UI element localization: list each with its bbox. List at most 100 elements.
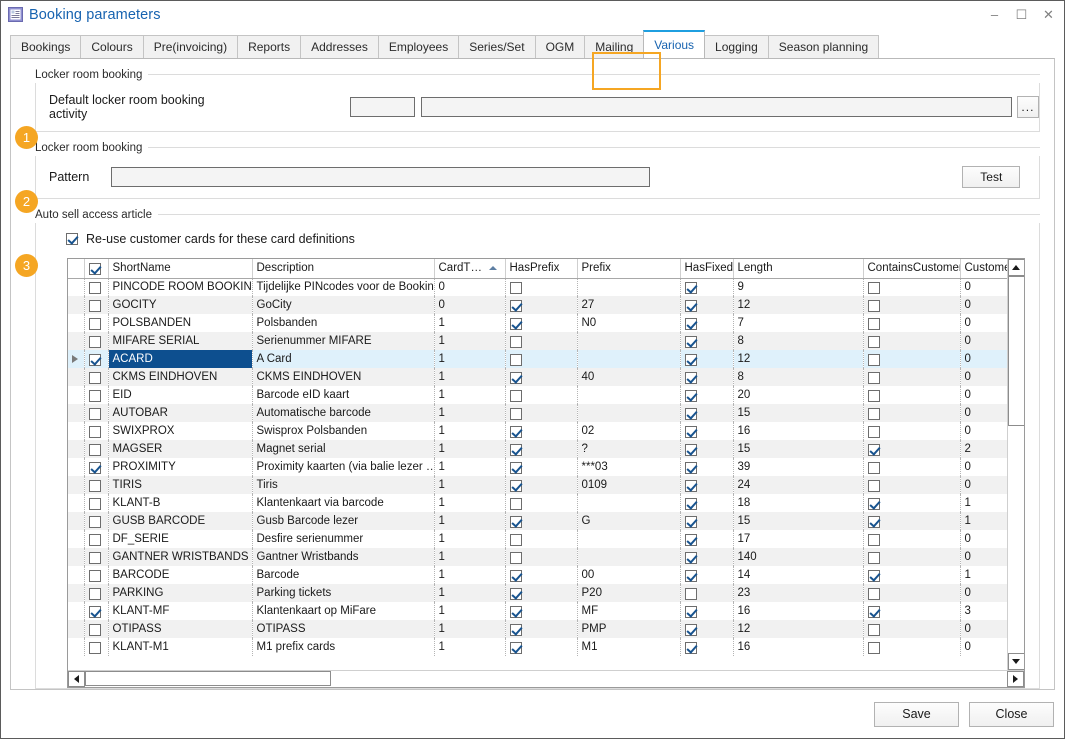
cell-shortname[interactable]: TIRIS <box>108 476 253 494</box>
cell-customerfrom[interactable]: 0 <box>960 422 1007 440</box>
selected-checkbox[interactable] <box>88 300 101 312</box>
cell-containscustomercode[interactable] <box>863 638 961 656</box>
cell-description[interactable]: Magnet serial <box>252 440 435 458</box>
scroll-left-button[interactable] <box>68 671 85 687</box>
table-row[interactable]: MIFARE SERIALSerienummer MIFARE1800 <box>68 332 1007 350</box>
cell-length[interactable]: 16 <box>733 422 864 440</box>
cell-shortname[interactable]: GOCITY <box>108 296 253 314</box>
cell-selected[interactable] <box>84 494 109 512</box>
cell-description[interactable]: Desfire serienummer <box>252 530 435 548</box>
tab-reports[interactable]: Reports <box>237 35 302 58</box>
containscustomercode-checkbox[interactable] <box>867 552 880 564</box>
cell-selected[interactable] <box>84 350 109 368</box>
tab-pre-invoicing[interactable]: Pre(invoicing) <box>142 35 239 58</box>
cell-cardtype[interactable]: 1 <box>434 458 506 476</box>
cell-shortname[interactable]: OTIPASS <box>108 620 253 638</box>
cell-length[interactable]: 17 <box>733 530 864 548</box>
cell-customerfrom[interactable]: 0 <box>960 548 1007 566</box>
cell-prefix[interactable] <box>577 386 681 404</box>
cell-description[interactable]: A Card <box>252 350 435 368</box>
cell-prefix[interactable]: M1 <box>577 638 681 656</box>
selected-checkbox[interactable] <box>88 336 101 348</box>
cell-description[interactable]: M1 prefix cards <box>252 638 435 656</box>
table-row[interactable]: CKMS EINDHOVENCKMS EINDHOVEN140800 <box>68 368 1007 386</box>
hasfixedlength-checkbox[interactable] <box>684 498 697 510</box>
cell-hasfixedlength[interactable] <box>680 404 734 422</box>
cell-customerfrom[interactable]: 0 <box>960 314 1007 332</box>
selected-checkbox[interactable] <box>88 534 101 546</box>
cell-length[interactable]: 15 <box>733 440 864 458</box>
cell-shortname[interactable]: GANTNER WRISTBANDS <box>108 548 253 566</box>
cell-length[interactable]: 23 <box>733 584 864 602</box>
cell-cardtype[interactable]: 1 <box>434 494 506 512</box>
cell-length[interactable]: 12 <box>733 350 864 368</box>
containscustomercode-checkbox[interactable] <box>867 444 880 456</box>
selected-checkbox[interactable] <box>88 498 101 510</box>
cell-containscustomercode[interactable] <box>863 350 961 368</box>
hasfixedlength-checkbox[interactable] <box>684 372 697 384</box>
cell-length[interactable]: 8 <box>733 368 864 386</box>
cell-length[interactable]: 16 <box>733 602 864 620</box>
cell-hasprefix[interactable] <box>505 602 578 620</box>
cell-selected[interactable] <box>84 332 109 350</box>
cell-cardtype[interactable]: 1 <box>434 512 506 530</box>
cell-shortname[interactable]: MAGSER <box>108 440 253 458</box>
cell-hasprefix[interactable] <box>505 530 578 548</box>
cell-prefix[interactable]: 0109 <box>577 476 681 494</box>
cell-hasfixedlength[interactable] <box>680 620 734 638</box>
cell-prefix[interactable] <box>577 332 681 350</box>
scroll-up-button[interactable] <box>1007 259 1024 276</box>
table-row[interactable]: PINCODE ROOM BOOKING Tijdelijke PINcodes … <box>68 278 1007 296</box>
cell-hasprefix[interactable] <box>505 620 578 638</box>
selected-checkbox[interactable] <box>88 552 101 564</box>
cell-containscustomercode[interactable] <box>863 530 961 548</box>
table-row[interactable]: KLANT-M1M1 prefix cards1M11600 <box>68 638 1007 656</box>
cell-length[interactable]: 7 <box>733 314 864 332</box>
cell-selected[interactable] <box>84 566 109 584</box>
cell-description[interactable]: Parking tickets <box>252 584 435 602</box>
cell-hasprefix[interactable] <box>505 386 578 404</box>
cell-selected[interactable] <box>84 314 109 332</box>
cell-shortname[interactable]: PARKING <box>108 584 253 602</box>
tab-addresses[interactable]: Addresses <box>300 35 379 58</box>
selected-checkbox[interactable] <box>88 426 101 438</box>
cell-customerfrom[interactable]: 0 <box>960 368 1007 386</box>
cell-description[interactable]: Gusb Barcode lezer <box>252 512 435 530</box>
cell-containscustomercode[interactable] <box>863 296 961 314</box>
cell-containscustomercode[interactable] <box>863 548 961 566</box>
cell-selected[interactable] <box>84 296 109 314</box>
cell-shortname[interactable]: POLSBANDEN <box>108 314 253 332</box>
hasprefix-checkbox[interactable] <box>509 588 522 600</box>
cell-containscustomercode[interactable] <box>863 584 961 602</box>
horizontal-scrollbar[interactable] <box>68 670 1024 687</box>
tab-bookings[interactable]: Bookings <box>10 35 82 58</box>
cell-hasprefix[interactable] <box>505 332 578 350</box>
tab-colours[interactable]: Colours <box>80 35 144 58</box>
containscustomercode-checkbox[interactable] <box>867 372 880 384</box>
cell-customerfrom[interactable]: 1 <box>960 494 1007 512</box>
cell-cardtype[interactable]: 1 <box>434 566 506 584</box>
table-row[interactable]: GOCITYGoCity0271200 <box>68 296 1007 314</box>
cell-containscustomercode[interactable] <box>863 476 961 494</box>
cell-customerfrom[interactable]: 0 <box>960 296 1007 314</box>
close-button[interactable]: ✕ <box>1035 4 1062 26</box>
cell-description[interactable]: Barcode <box>252 566 435 584</box>
column-header-hasfixedlength[interactable]: HasFixedLength <box>680 259 734 279</box>
cell-prefix[interactable]: P20 <box>577 584 681 602</box>
hasprefix-checkbox[interactable] <box>509 552 522 564</box>
cell-customerfrom[interactable]: 0 <box>960 638 1007 656</box>
cell-description[interactable]: Swisprox Polsbanden <box>252 422 435 440</box>
hasprefix-checkbox[interactable] <box>509 642 522 654</box>
cell-description[interactable]: CKMS EINDHOVEN <box>252 368 435 386</box>
hasprefix-checkbox[interactable] <box>509 372 522 384</box>
reuse-customer-cards-row[interactable]: Re-use customer cards for these card def… <box>36 223 1039 254</box>
hasfixedlength-checkbox[interactable] <box>684 570 697 582</box>
cell-hasprefix[interactable] <box>505 368 578 386</box>
cell-cardtype[interactable]: 1 <box>434 422 506 440</box>
cell-hasfixedlength[interactable] <box>680 638 734 656</box>
cell-description[interactable]: Automatische barcode <box>252 404 435 422</box>
cell-shortname[interactable]: ACARD <box>108 350 253 368</box>
cell-length[interactable]: 12 <box>733 296 864 314</box>
cell-containscustomercode[interactable] <box>863 368 961 386</box>
cell-length[interactable]: 8 <box>733 332 864 350</box>
